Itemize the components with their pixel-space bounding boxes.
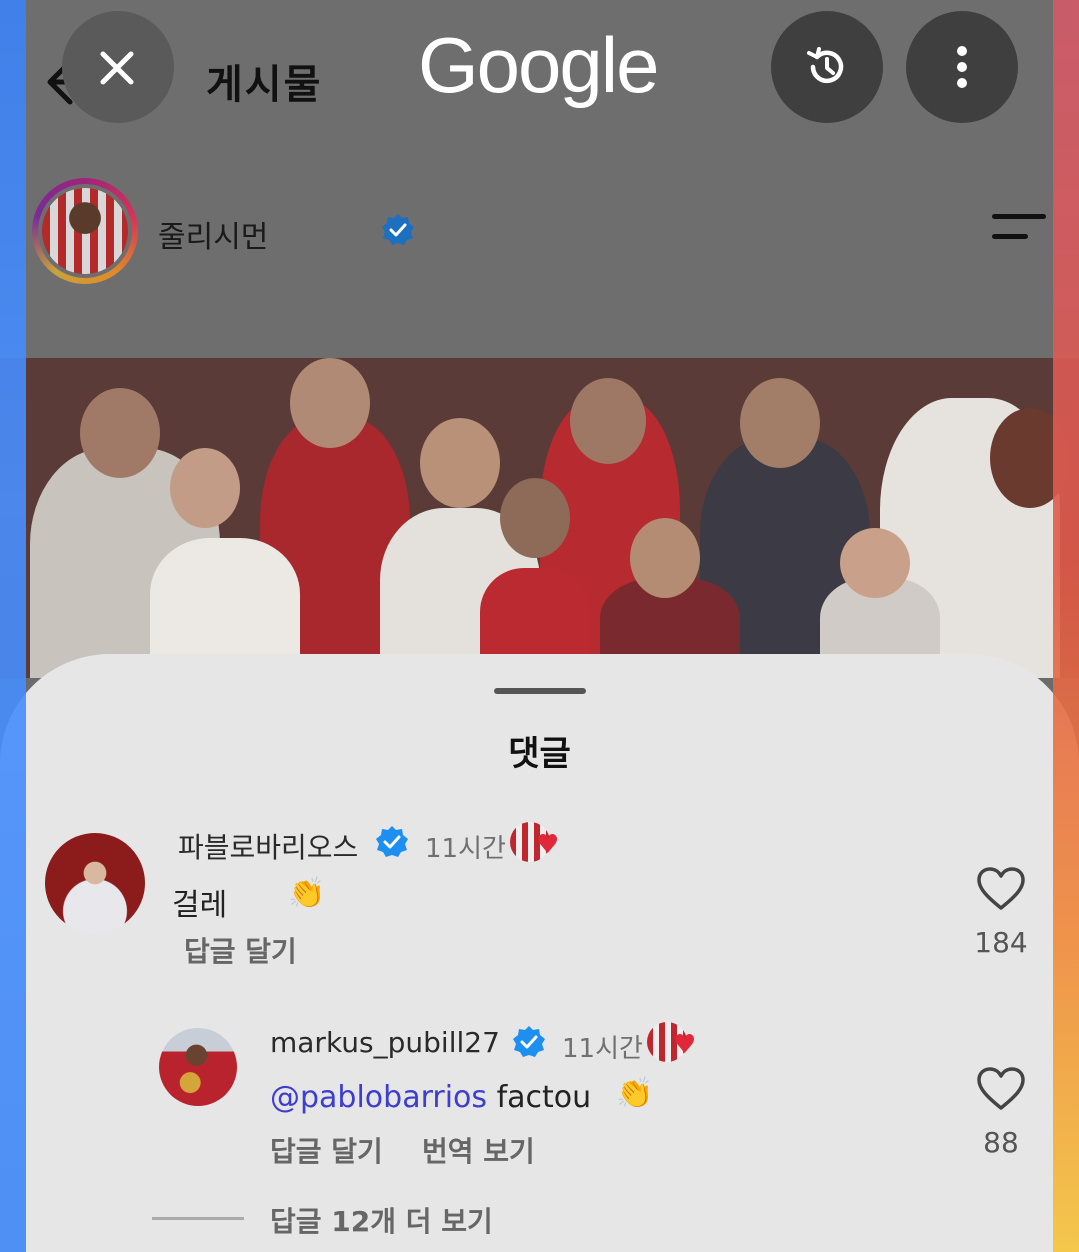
sheet-title: 댓글 xyxy=(508,734,571,774)
mention-link[interactable]: @pablobarrios xyxy=(270,1080,487,1115)
clap-emoji: 👏 xyxy=(288,876,326,911)
author-avatar[interactable] xyxy=(32,178,138,284)
verified-badge-icon xyxy=(513,1026,545,1057)
comment-time: 11시간 xyxy=(562,1034,643,1064)
more-vert-icon xyxy=(957,46,967,88)
reply-button[interactable]: 답글 달기 xyxy=(184,930,297,970)
liked-heart-icon: ♥ xyxy=(673,1030,697,1060)
close-button[interactable] xyxy=(62,11,174,123)
comment-text: 걸레 xyxy=(172,888,228,923)
page-title: 게시물 xyxy=(206,62,323,108)
comment-text: @pablobarrios factou xyxy=(270,1080,591,1115)
clap-emoji: 👏 xyxy=(616,1076,654,1111)
comment-time: 11시간 xyxy=(425,834,506,864)
edge-glow-left xyxy=(0,0,26,1252)
comment-username[interactable]: 파블로바리오스 xyxy=(178,826,358,866)
like-count: 88 xyxy=(983,1126,1019,1159)
google-logo: Google xyxy=(418,21,660,109)
screen: 게시물 줄리시먼 Google 댓글 파블로바리오스 11시간 ♥ 걸레 👏 답… xyxy=(0,0,1079,1252)
heart-outline-icon[interactable] xyxy=(976,1066,1026,1112)
post-photo[interactable] xyxy=(0,358,1079,678)
close-icon xyxy=(100,51,134,85)
replies-divider xyxy=(152,1217,244,1220)
comments-sheet: 댓글 파블로바리오스 11시간 ♥ 걸레 👏 답글 달기 184 markus_… xyxy=(0,654,1079,1252)
like-count: 184 xyxy=(974,926,1028,959)
history-icon xyxy=(807,47,844,84)
heart-outline-icon[interactable] xyxy=(976,866,1026,912)
history-button[interactable] xyxy=(771,11,883,123)
liked-heart-icon: ♥ xyxy=(536,830,560,860)
commenter-avatar[interactable] xyxy=(159,1028,237,1106)
comment-text-body: factou xyxy=(487,1080,592,1115)
translate-button[interactable]: 번역 보기 xyxy=(422,1130,535,1170)
author-username[interactable]: 줄리시먼 xyxy=(158,212,268,256)
verified-badge-icon xyxy=(382,214,414,245)
hamburger-menu-icon[interactable] xyxy=(988,212,1048,248)
comment-username[interactable]: markus_pubill27 xyxy=(270,1026,500,1059)
commenter-avatar[interactable] xyxy=(45,833,145,933)
reply-button[interactable]: 답글 달기 xyxy=(270,1130,383,1170)
author-photo xyxy=(42,188,128,274)
view-more-replies-button[interactable]: 답글 12개 더 보기 xyxy=(270,1200,493,1240)
edge-glow-right xyxy=(1053,0,1079,1252)
more-options-button[interactable] xyxy=(906,11,1018,123)
verified-badge-icon xyxy=(376,826,408,857)
sheet-drag-handle[interactable] xyxy=(494,688,586,694)
